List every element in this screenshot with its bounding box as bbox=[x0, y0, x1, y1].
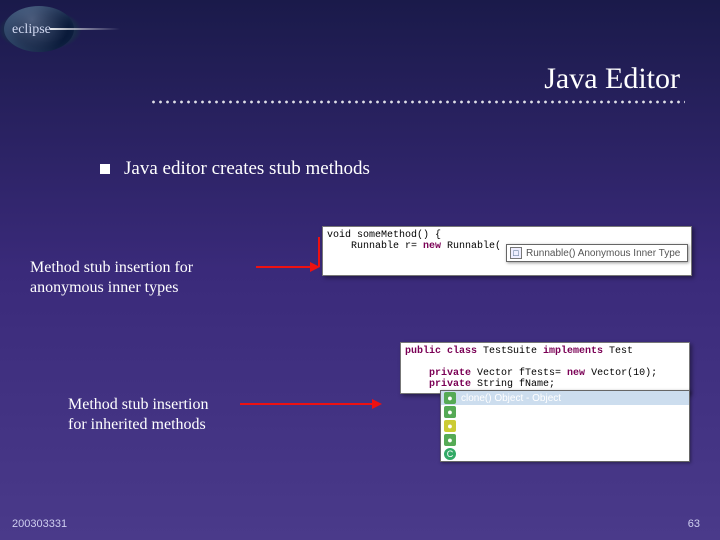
code-text: TestSuite bbox=[477, 346, 543, 357]
logo-text: eclipse bbox=[12, 22, 51, 38]
suggestion-type-icon: □ bbox=[510, 247, 522, 259]
code-text: Runnable r= bbox=[327, 241, 423, 252]
arrow-icon bbox=[256, 266, 318, 268]
suggestion-label: clone() Object - Object bbox=[461, 393, 561, 404]
suggestion-label: equals(Object obj) boolean - Object bbox=[461, 407, 618, 418]
code-popup-inherited: public class TestSuite implements Test p… bbox=[400, 342, 690, 394]
code-keyword: new bbox=[423, 241, 441, 252]
bullet-square-icon bbox=[100, 164, 110, 174]
caption-anon-inner: Method stub insertion for anonymous inne… bbox=[30, 258, 260, 298]
code-keyword: new bbox=[567, 368, 585, 379]
code-keyword: public class bbox=[405, 346, 477, 357]
suggestion-row[interactable]: ● equals(Object obj) boolean - Object bbox=[441, 405, 689, 419]
suggestion-row[interactable]: ● clone() Object - Object bbox=[441, 391, 689, 405]
eclipse-logo: eclipse bbox=[0, 0, 140, 60]
caption-inherited: Method stub insertion for inherited meth… bbox=[68, 395, 258, 435]
suggestion-kind-icon: C bbox=[444, 448, 456, 460]
footer-id: 200303331 bbox=[12, 518, 67, 530]
page-number: 63 bbox=[688, 518, 700, 530]
code-line: void someMethod() { bbox=[327, 230, 687, 241]
suggestion-row[interactable]: C TestSuite - junit.framework bbox=[441, 447, 689, 461]
suggestion-kind-icon: ● bbox=[444, 434, 456, 446]
code-text: Runnable( bbox=[441, 241, 501, 252]
code-blank-line bbox=[405, 357, 685, 368]
arrow-elbow bbox=[318, 237, 320, 267]
suggestion-label: finalize() void - Object bbox=[461, 421, 558, 432]
suggestion-popup-inherited[interactable]: ● clone() Object - Object ● equals(Object o… bbox=[440, 390, 690, 462]
suggestion-label: hashCode() int - Object bbox=[461, 435, 564, 446]
suggestion-kind-icon: ● bbox=[444, 406, 456, 418]
caption1-line1: Method stub insertion for bbox=[30, 259, 193, 276]
suggestion-label: Runnable() Anonymous Inner Type bbox=[526, 248, 680, 259]
title-underline-dots bbox=[150, 100, 685, 108]
code-keyword: implements bbox=[543, 346, 603, 357]
code-text: String fName; bbox=[471, 379, 555, 390]
code-line: private Vector fTests= new Vector(10); bbox=[405, 368, 685, 379]
caption2-line1: Method stub insertion bbox=[68, 396, 208, 413]
caption2-line2: for inherited methods bbox=[68, 416, 206, 433]
caption1-line2: anonymous inner types bbox=[30, 279, 178, 296]
code-line: private String fName; bbox=[405, 379, 685, 390]
code-text: Vector(10); bbox=[585, 368, 657, 379]
code-text: Test bbox=[603, 346, 633, 357]
logo-flare bbox=[50, 28, 120, 30]
code-text: Vector fTests= bbox=[471, 368, 567, 379]
suggestion-row[interactable]: ● hashCode() int - Object bbox=[441, 433, 689, 447]
suggestion-popup-anon[interactable]: □ Runnable() Anonymous Inner Type bbox=[506, 244, 688, 262]
bullet-row: Java editor creates stub methods bbox=[100, 158, 370, 180]
suggestion-kind-icon: ● bbox=[444, 420, 456, 432]
arrow-icon bbox=[240, 403, 380, 405]
code-keyword: private bbox=[429, 379, 471, 390]
bullet-text: Java editor creates stub methods bbox=[124, 158, 370, 180]
code-keyword: private bbox=[429, 368, 471, 379]
suggestion-kind-icon: ● bbox=[444, 392, 456, 404]
suggestion-label: TestSuite - junit.framework bbox=[461, 449, 579, 460]
suggestion-row[interactable]: ● finalize() void - Object bbox=[441, 419, 689, 433]
code-line: public class TestSuite implements Test bbox=[405, 346, 685, 357]
slide-title: Java Editor bbox=[544, 62, 680, 96]
